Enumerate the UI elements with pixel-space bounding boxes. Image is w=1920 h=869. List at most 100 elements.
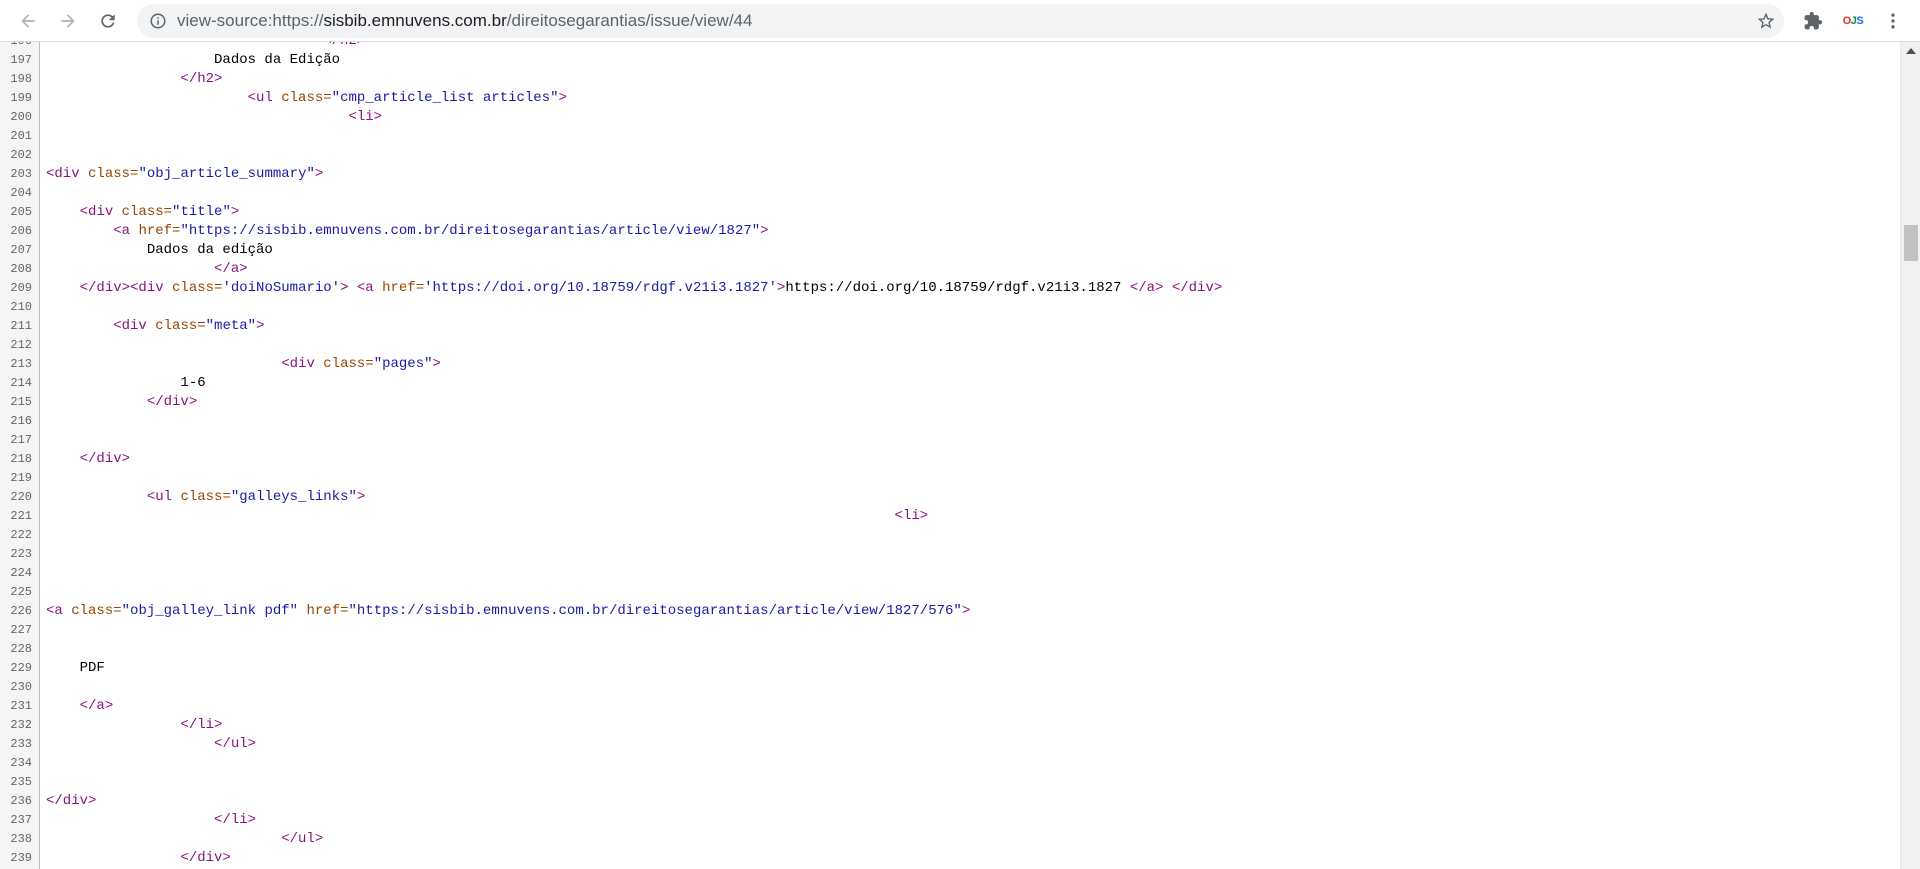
attribute-value: "title" [172,204,231,220]
html-tag: > [230,204,240,220]
source-line: 212 [0,336,1900,355]
attribute-value: "obj_article_summary" [138,166,315,182]
line-number: 210 [10,300,32,314]
html-attribute: class= [88,166,139,182]
line-number: 230 [10,680,32,694]
line-number: 214 [10,376,32,390]
source-line: 223 [0,545,1900,564]
text-content: https://doi.org/10.18759/rdgf.v21i3.1827 [785,280,1130,296]
line-number: 236 [10,794,32,808]
reload-button[interactable] [92,5,124,37]
url-host: sisbib.emnuvens.com.br [323,11,507,30]
text-content [46,318,113,334]
browser-menu-button[interactable] [1877,5,1909,37]
line-code: </div> [46,849,230,868]
source-line: 208 </a> [0,260,1900,279]
line-number: 238 [10,832,32,846]
line-number: 204 [10,186,32,200]
line-number: 226 [10,604,32,618]
html-tag: <a [46,603,72,619]
source-line: 210 [0,298,1900,317]
forward-button[interactable] [52,5,84,37]
text-content: Dados da edição [46,242,273,258]
line-number: 208 [10,262,32,276]
line-number: 231 [10,699,32,713]
line-number: 207 [10,243,32,257]
text-content [46,90,248,106]
line-number: 216 [10,414,32,428]
attribute-value: "galleys_links" [230,489,357,505]
line-number: 201 [10,129,32,143]
source-line: 234 [0,754,1900,773]
extensions-button[interactable] [1797,5,1829,37]
source-line: 203 <div class="obj_article_summary"> [0,165,1900,184]
line-number: 239 [10,851,32,865]
source-line: 207 Dados da edição [0,241,1900,260]
info-icon[interactable] [149,12,167,30]
line-code: </ul> [46,735,256,754]
scroll-thumb[interactable] [1904,225,1918,261]
line-number: 199 [10,91,32,105]
attribute-value[interactable]: "https://sisbib.emnuvens.com.br/direitos… [180,223,760,239]
source-line: 229 PDF [0,659,1900,678]
line-number: 197 [10,53,32,67]
line-number: 223 [10,547,32,561]
line-number: 233 [10,737,32,751]
attribute-value: "obj_galley_link pdf" [121,603,299,619]
line-code: <div class="pages"> [46,355,441,374]
scroll-up-arrow-icon[interactable] [1906,48,1916,54]
line-number: 209 [10,281,32,295]
line-number: 205 [10,205,32,219]
html-tag: </ul> [281,831,324,847]
line-code: <a href="https://sisbib.emnuvens.com.br/… [46,222,768,241]
line-code: </ul> [46,830,323,849]
html-tag: </a> [79,698,114,714]
line-number: 215 [10,395,32,409]
line-code: </div><div class='doiNoSumario'> <a href… [46,279,1223,298]
text-content [46,489,147,505]
attribute-value[interactable]: 'https://doi.org/10.18759/rdgf.v21i3.182… [424,280,777,296]
address-bar[interactable]: view-source:https://sisbib.emnuvens.com.… [137,4,1784,38]
source-line: 214 1-6 [0,374,1900,393]
text-content [46,109,348,125]
source-line: 233 </ul> [0,735,1900,754]
url-prefix: view-source:https:// [177,11,324,30]
line-code: </div> [46,450,130,469]
text-content [46,717,180,733]
text-content: PDF [46,660,105,676]
source-line: 205 <div class="title"> [0,203,1900,222]
source-line: 238 </ul> [0,830,1900,849]
attribute-value: "pages" [373,356,433,372]
bookmark-star-icon[interactable] [1756,11,1776,31]
source-line: 217 [0,431,1900,450]
source-line: 218 </div> [0,450,1900,469]
html-tag: </a> </div> [1129,280,1223,296]
html-tag: </ul> [214,736,257,752]
arrow-left-icon [21,14,35,28]
line-code: </li> [46,811,256,830]
line-code: Dados da edição [46,241,273,260]
html-tag: </h2> [180,71,223,87]
html-attribute: href= [138,223,181,239]
source-line: 225 [0,583,1900,602]
back-button[interactable] [12,5,44,37]
html-tag: > [314,166,324,182]
ojs-extension-icon: OJS [1842,15,1864,27]
source-line: 226 <a class="obj_galley_link pdf" href="… [0,602,1900,621]
source-line: 236 </div> [0,792,1900,811]
text-content [46,508,895,524]
source-line: 227 [0,621,1900,640]
attribute-value[interactable]: "https://sisbib.emnuvens.com.br/direitos… [349,603,962,619]
source-line: 239 </div> [0,849,1900,868]
text-content [46,261,214,277]
vertical-scrollbar[interactable] [1900,42,1920,869]
html-tag: </div> [79,451,131,467]
url-text[interactable]: view-source:https://sisbib.emnuvens.com.… [177,4,752,38]
ojs-extension-button[interactable]: OJS [1837,5,1869,37]
html-tag: > <a [340,280,383,296]
text-content [46,223,113,239]
source-line: 228 [0,640,1900,659]
html-tag: <a [113,223,139,239]
source-line: 202 [0,146,1900,165]
source-line: 220 <ul class="galleys_links"> [0,488,1900,507]
